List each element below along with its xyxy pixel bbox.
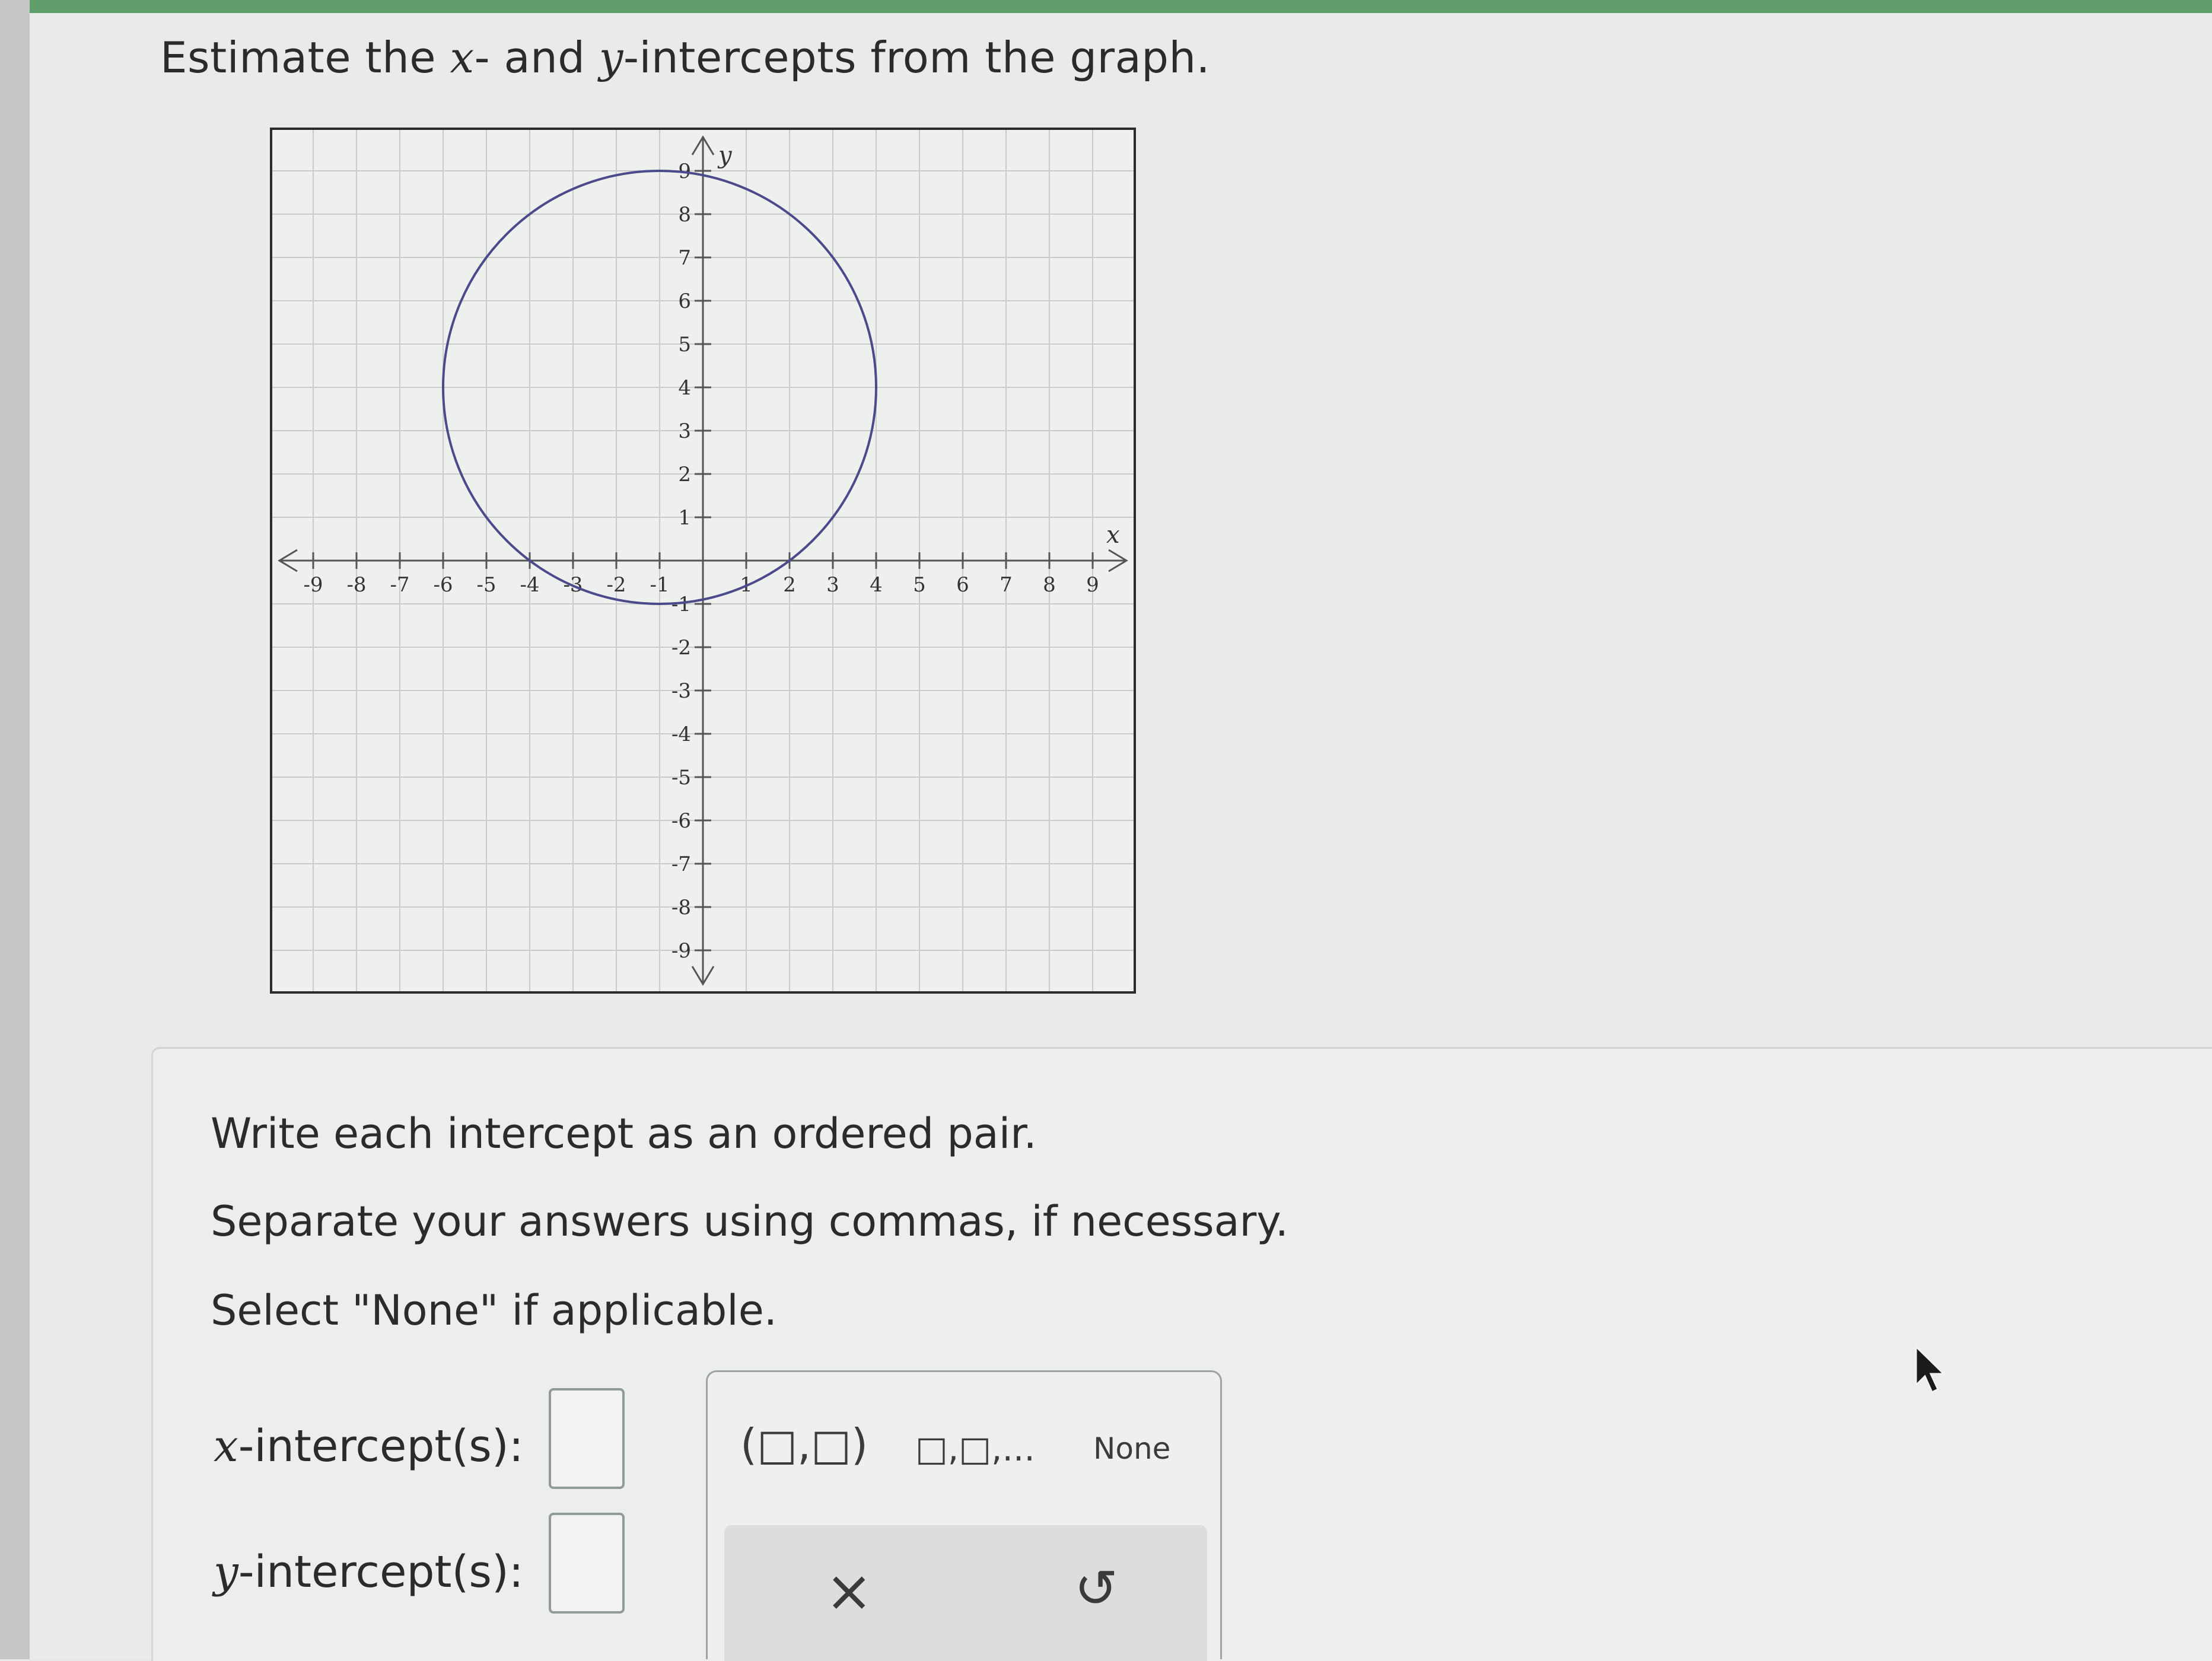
y-tick-label: -8	[671, 896, 691, 919]
y-tick-label: 2	[678, 463, 691, 486]
x-intercept-label: x-intercept(s):	[214, 1421, 524, 1472]
x-intercept-input[interactable]	[549, 1388, 625, 1489]
instruction-none: Select "None" if applicable.	[211, 1286, 778, 1335]
prompt-prefix: Estimate the	[160, 33, 437, 82]
y-tick-label: -3	[671, 679, 691, 703]
x-tick-label: 8	[1043, 573, 1056, 597]
x-axis-label: x	[1106, 521, 1120, 549]
left-edge	[0, 0, 30, 1659]
coordinate-graph: -9-9-8-8-7-7-6-6-5-5-4-4-3-3-2-2-1-11122…	[270, 128, 1136, 994]
mouse-pointer-icon	[1915, 1344, 1946, 1394]
x-tick-label: -9	[303, 573, 323, 597]
y-tick-label: 8	[678, 203, 691, 227]
x-tick-label: -6	[433, 573, 453, 597]
y-tick-label: 5	[678, 333, 691, 357]
x-tick-label: 9	[1086, 573, 1099, 597]
y-tick-label: -5	[671, 766, 691, 790]
instruction-ordered-pair: Write each intercept as an ordered pair.	[211, 1109, 1037, 1158]
x-tick-label: 6	[956, 573, 969, 597]
y-tick-label: -7	[671, 852, 691, 876]
y-tick-label: -9	[671, 939, 691, 963]
y-tick-label: 3	[678, 419, 691, 443]
answer-keypad: (□,□) □,□,... None × ↺	[706, 1370, 1222, 1661]
x-tick-label: -5	[476, 573, 496, 597]
prompt-x-var: x	[450, 33, 475, 82]
keypad-action-bar: × ↺	[724, 1525, 1207, 1661]
x-intercept-text: -intercept(s):	[238, 1421, 524, 1472]
y-tick-label: 6	[678, 289, 691, 313]
list-button[interactable]: □,□,...	[915, 1428, 1035, 1469]
x-tick-label: 7	[1000, 573, 1013, 597]
x-tick-label: -4	[520, 573, 539, 597]
y-tick-label: 4	[678, 376, 691, 400]
none-button[interactable]: None	[1093, 1431, 1170, 1466]
prompt-middle: - and	[474, 33, 585, 82]
y-tick-label: 7	[678, 246, 691, 270]
question-prompt: Estimate the x- and y-intercepts from th…	[160, 33, 1210, 82]
prompt-suffix: -intercepts from the graph.	[623, 33, 1210, 82]
x-intercept-var: x	[214, 1421, 238, 1472]
clear-icon[interactable]: ×	[825, 1558, 873, 1624]
y-intercept-label: y-intercept(s):	[214, 1547, 524, 1598]
y-axis-label: y	[717, 142, 733, 169]
undo-icon[interactable]: ↺	[1074, 1558, 1118, 1619]
y-intercept-text: -intercept(s):	[238, 1547, 524, 1598]
x-tick-label: -7	[390, 573, 409, 597]
x-tick-label: -8	[346, 573, 366, 597]
x-tick-label: 4	[870, 573, 883, 597]
y-intercept-var: y	[214, 1547, 238, 1598]
y-intercept-input[interactable]	[549, 1513, 625, 1614]
instruction-commas: Separate your answers using commas, if n…	[211, 1197, 1288, 1246]
x-tick-label: 5	[913, 573, 926, 597]
x-tick-label: -2	[606, 573, 626, 597]
ordered-pair-button[interactable]: (□,□)	[740, 1420, 868, 1469]
x-tick-label: 3	[826, 573, 839, 597]
window-top-strip	[0, 0, 2212, 13]
y-tick-label: -4	[671, 723, 691, 746]
y-tick-label: 1	[678, 506, 691, 530]
prompt-y-var: y	[599, 33, 623, 82]
y-tick-label: -6	[671, 809, 691, 833]
x-tick-label: 2	[783, 573, 796, 597]
x-tick-label: -1	[650, 573, 669, 597]
y-tick-label: -2	[671, 636, 691, 660]
